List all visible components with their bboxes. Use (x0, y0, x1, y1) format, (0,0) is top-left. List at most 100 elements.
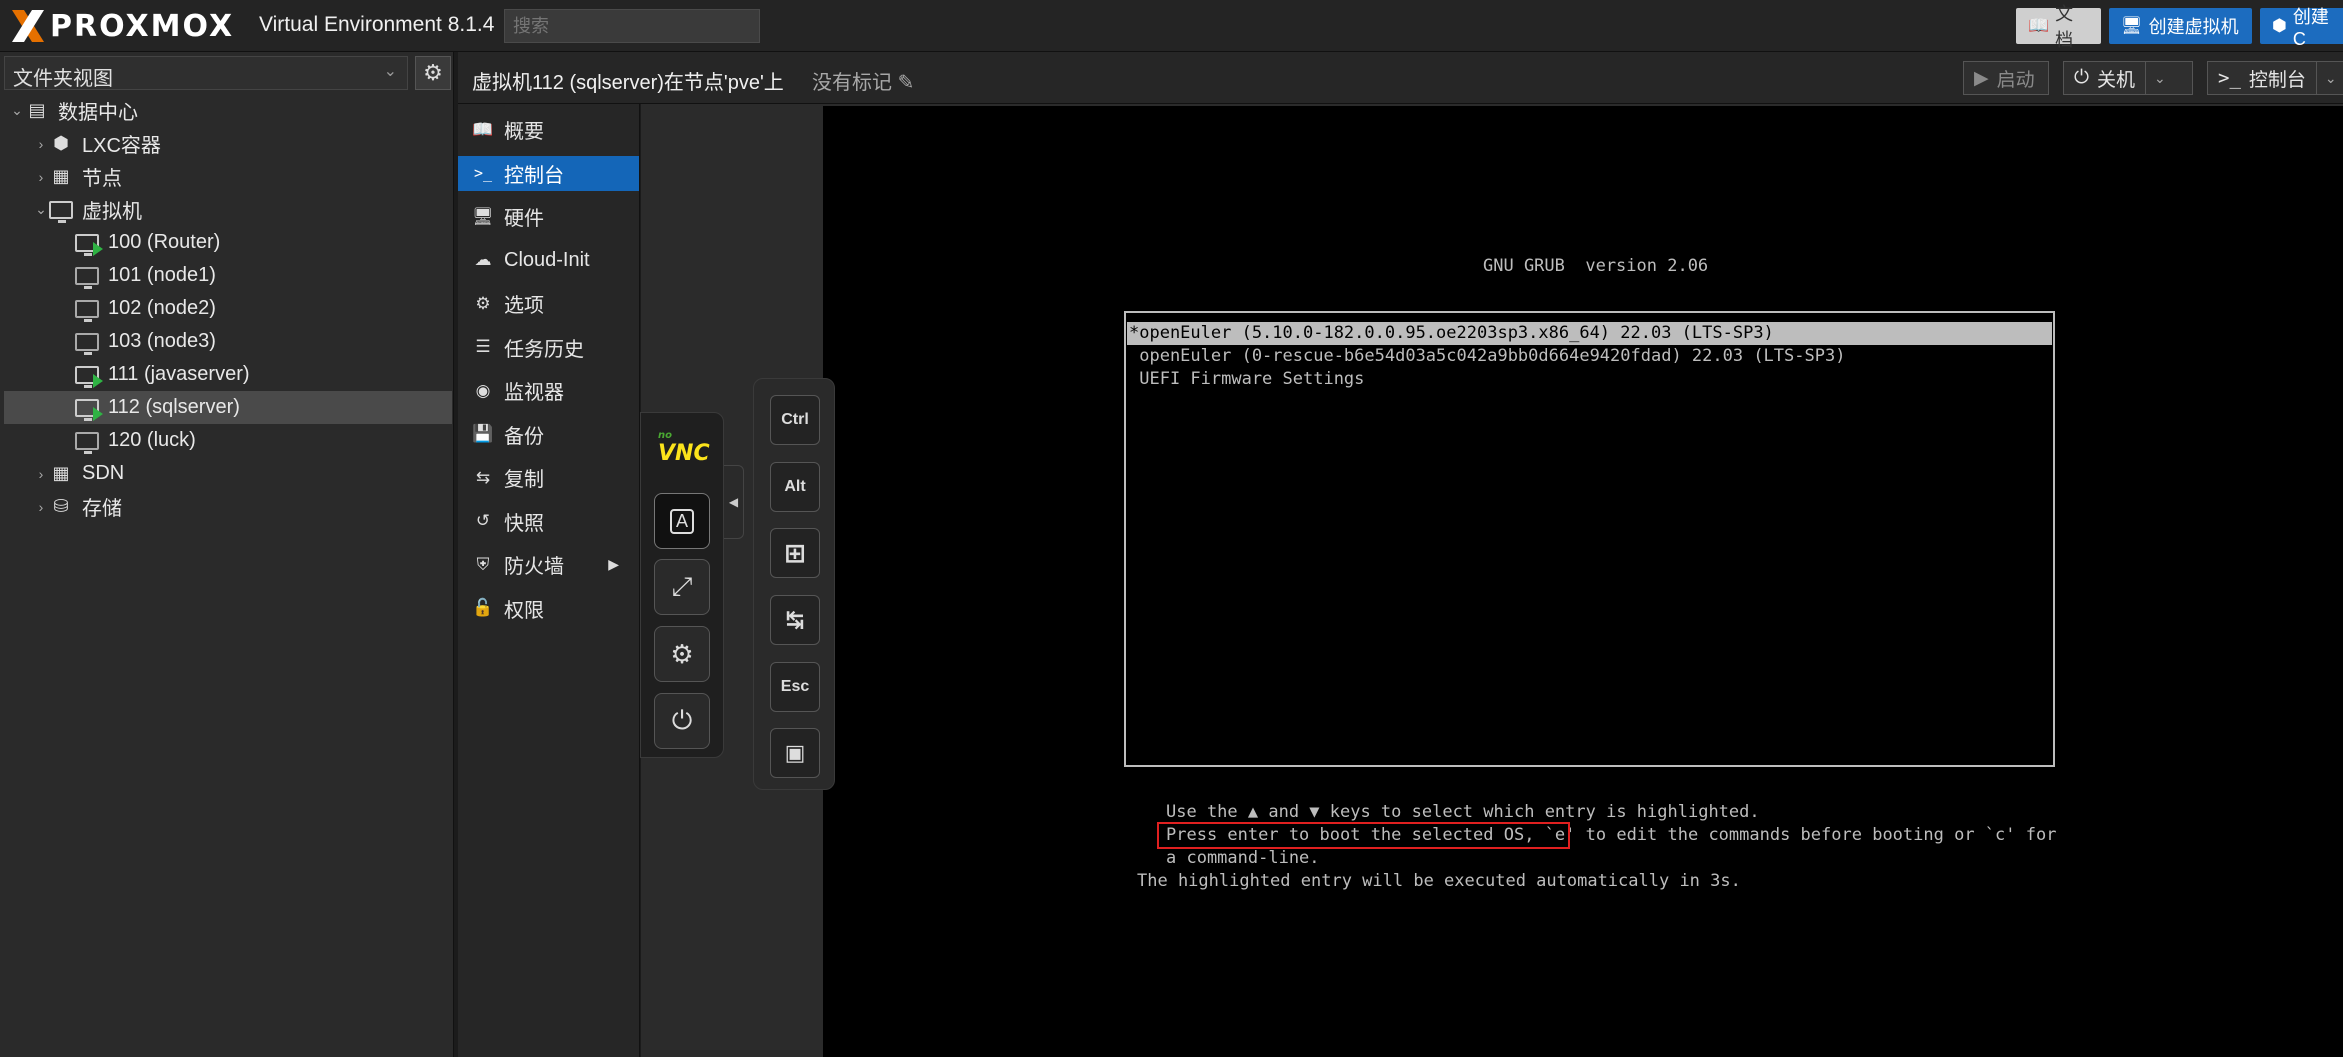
tree-node-vms[interactable]: ⌄ 虚拟机 (4, 193, 452, 226)
key-label: Esc (780, 678, 810, 695)
tree-node-sdn[interactable]: › ▦ SDN (4, 457, 452, 490)
tree-node-label: 100 (Router) (108, 231, 221, 253)
grub-entry[interactable]: UEFI Firmware Settings (1127, 368, 2052, 391)
nav-item-firewall[interactable]: ⛨ 防火墙 ▶ (458, 547, 639, 582)
nav-item-label: 任务历史 (504, 338, 584, 361)
chevron-down-icon[interactable]: ⌄ (2145, 61, 2166, 95)
grid-icon: ▦ (52, 463, 70, 483)
nav-item-label: 硬件 (504, 208, 544, 230)
shutdown-button[interactable]: ⏻ 关机 ⌄ (2063, 61, 2193, 95)
tree-node-label: 102 (node2) (108, 297, 216, 319)
nav-item-snapshots[interactable]: ↺ 快照 (458, 504, 639, 539)
start-button[interactable]: ▶ 启动 (1963, 61, 2049, 95)
create-vm-button[interactable]: 🖥 创建虚拟机 (2109, 8, 2252, 44)
keyboard-toggle-button[interactable]: A (654, 493, 710, 549)
esc-key-button[interactable]: Esc (770, 662, 820, 712)
cloud-icon: ☁ (474, 250, 492, 269)
vm-stopped-icon (74, 265, 100, 289)
nav-item-options[interactable]: ⚙ 选项 (458, 286, 639, 321)
proxmox-logo[interactable]: PROXMOX (8, 6, 234, 46)
grub-entry[interactable]: openEuler (0-rescue-b6e54d03a5c042a9bb0d… (1127, 345, 2052, 368)
expand-icon[interactable]: › (34, 466, 48, 482)
nav-item-console[interactable]: >_ 控制台 (458, 155, 639, 191)
tree-node-label: 112 (sqlserver) (108, 396, 240, 418)
pencil-icon[interactable]: ✎ (898, 72, 915, 94)
tree-node-vm-103[interactable]: 103 (node3) (4, 325, 452, 358)
tree-node-label: 存储 (82, 498, 122, 520)
expand-icon[interactable]: › (34, 169, 48, 185)
tree-node-lxc[interactable]: › ⬢ LXC容器 (4, 127, 452, 160)
tags-area[interactable]: 没有标记 ✎ (812, 66, 914, 95)
windows-key-button[interactable]: ⊞ (770, 528, 820, 578)
caret-right-icon[interactable]: ▶ (608, 556, 619, 573)
chevron-down-icon[interactable]: ⌄ (2315, 61, 2337, 95)
key-label: Ctrl (781, 411, 809, 428)
retweet-icon: ⇆ (475, 467, 491, 487)
ctrl-key-button[interactable]: Ctrl (770, 395, 820, 445)
collapse-icon[interactable]: ⌄ (10, 102, 24, 119)
alt-key-button[interactable]: Alt (770, 462, 820, 512)
list-icon: ☰ (475, 337, 491, 356)
tree-settings-button[interactable]: ⚙ (415, 56, 451, 90)
view-selector[interactable]: 文件夹视图 ⌄ (4, 56, 408, 90)
shutdown-label: 关机 (2097, 69, 2136, 91)
tree-node-vm-120[interactable]: 120 (luck) (4, 424, 452, 457)
vm-running-icon (74, 397, 103, 421)
desktop-icon: 🖥 (472, 206, 494, 226)
search-input[interactable] (504, 9, 760, 43)
vm-header: 虚拟机112 (sqlserver)在节点'pve'上 没有标记 ✎ ▶ 启动 … (458, 52, 2343, 104)
proxmox-x-icon (8, 6, 48, 46)
tree-node-datacenter[interactable]: ⌄ ▤ 数据中心 (4, 94, 452, 127)
nav-item-cloud-init[interactable]: ☁ Cloud-Init (458, 243, 639, 278)
nav-item-summary[interactable]: 📖 概要 (458, 112, 639, 147)
nav-item-label: 监视器 (504, 382, 564, 404)
grub-help-line: Use the ▲ and ▼ keys to select which ent… (1166, 802, 1760, 822)
tree-node-nodes[interactable]: › ▦ 节点 (4, 160, 452, 193)
fullscreen-button[interactable]: ⤢ (654, 559, 710, 615)
tab-icon: ↹ (785, 607, 805, 632)
key-label: Alt (784, 478, 806, 495)
collapse-icon[interactable]: ⌄ (34, 201, 48, 218)
desktop-icon (48, 199, 74, 223)
nav-item-label: 备份 (504, 425, 544, 448)
book-icon: 📖 (472, 119, 494, 139)
tree-node-vm-111[interactable]: 111 (javaserver) (4, 358, 452, 391)
product-version: Virtual Environment 8.1.4 (259, 13, 495, 36)
tree-node-vm-112[interactable]: 112 (sqlserver) (4, 391, 452, 424)
ctrl-alt-del-icon: ▣ (784, 740, 806, 765)
tree-node-label: 120 (luck) (108, 429, 196, 451)
tree-node-storage[interactable]: › ⛁ 存储 (4, 490, 452, 523)
nav-item-label: 概要 (504, 121, 544, 143)
ctrl-alt-del-button[interactable]: ▣ (770, 728, 820, 778)
tree-node-vm-101[interactable]: 101 (node1) (4, 259, 452, 292)
caret-left-icon: ◀ (728, 495, 739, 509)
novnc-logo-text: VNC (658, 441, 710, 466)
nav-item-permissions[interactable]: 🔓 权限 (458, 591, 639, 626)
nav-item-hardware[interactable]: 🖥 硬件 (458, 199, 639, 234)
vm-running-icon (74, 232, 103, 256)
nav-item-replication[interactable]: ⇆ 复制 (458, 460, 639, 495)
expand-icon[interactable]: › (34, 499, 48, 515)
tree-node-vm-100[interactable]: 100 (Router) (4, 226, 452, 259)
eye-icon: ◉ (475, 380, 491, 400)
nav-item-task-history[interactable]: ☰ 任务历史 (458, 330, 639, 365)
novnc-control-bar: no VNC A ⤢ ⚙ ⏻ (640, 412, 724, 758)
building-icon: ▦ (52, 166, 70, 186)
top-bar: PROXMOX Virtual Environment 8.1.4 📖 文档 🖥… (0, 0, 2343, 52)
console-button[interactable]: >_ 控制台 ⌄ (2207, 61, 2343, 95)
power-icon: ⏻ (671, 705, 693, 735)
nav-item-monitor[interactable]: ◉ 监视器 (458, 373, 639, 408)
control-bar-handle[interactable]: ◀ (724, 465, 744, 539)
create-ct-button[interactable]: ⬢ 创建C (2260, 7, 2343, 49)
vm-stopped-icon (74, 331, 100, 355)
tab-key-button[interactable]: ↹ (770, 595, 820, 645)
power-button[interactable]: ⏻ (654, 693, 710, 749)
grub-entry[interactable]: *openEuler (5.10.0-182.0.0.95.oe2203sp3.… (1127, 322, 2052, 345)
docs-button[interactable]: 📖 文档 (2016, 4, 2101, 50)
windows-icon: ⊞ (784, 537, 806, 568)
nav-item-backup[interactable]: 💾 备份 (458, 417, 639, 452)
expand-icon[interactable]: › (34, 136, 48, 152)
settings-button[interactable]: ⚙ (654, 626, 710, 682)
tree-node-label: 101 (node1) (108, 264, 216, 286)
tree-node-vm-102[interactable]: 102 (node2) (4, 292, 452, 325)
